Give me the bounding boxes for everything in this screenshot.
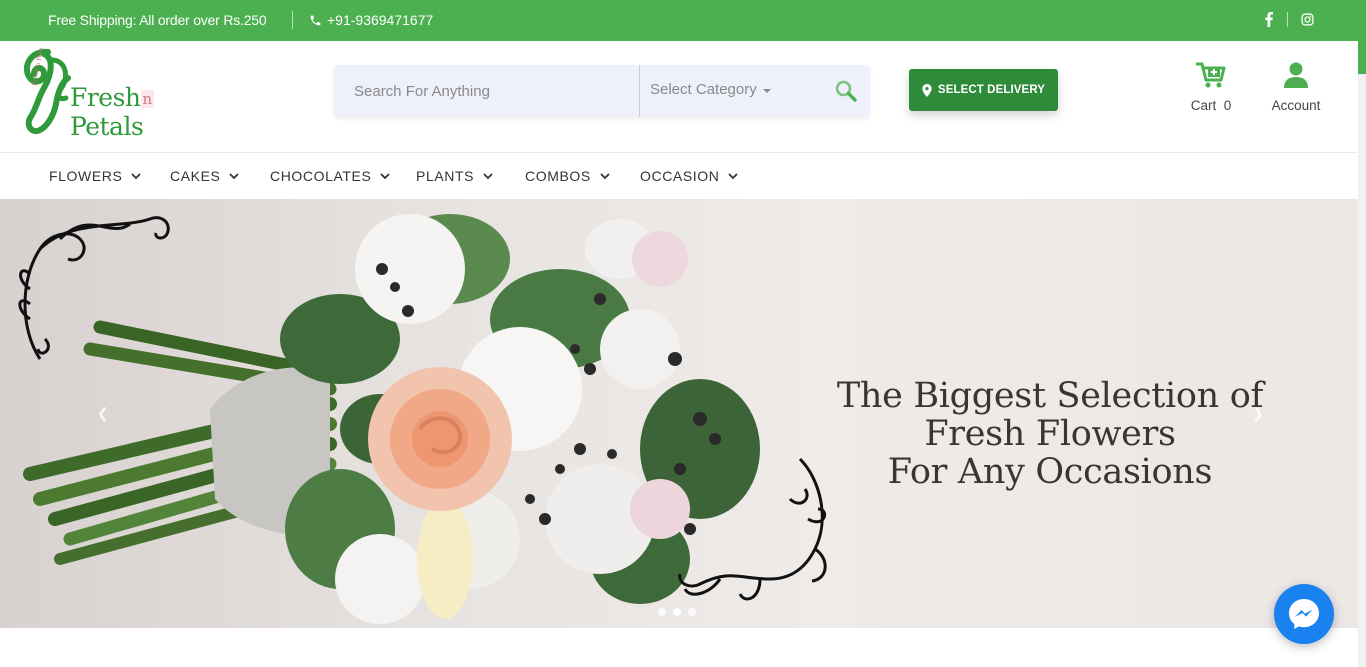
slider-dot[interactable] [658, 608, 666, 616]
site-logo[interactable]: Fresh n Petals Fresh nPetals [22, 42, 222, 141]
nav-item-label: COMBOS [525, 168, 591, 184]
select-delivery-button[interactable]: SELECT DELIVERY [909, 69, 1058, 111]
hero-headline-line-3: For Any Occasions [887, 452, 1213, 492]
category-select-label: Select Category [650, 81, 757, 98]
chevron-down-icon [600, 172, 610, 179]
cart-count: 0 [1223, 98, 1232, 113]
slider-dots [658, 608, 696, 616]
nav-item-cakes[interactable]: CAKES [170, 168, 240, 184]
category-select[interactable]: Select Category [650, 81, 771, 98]
nav-item-occasion[interactable]: OCCASION [640, 168, 739, 184]
phone-icon [310, 15, 321, 25]
search-icon[interactable] [834, 79, 858, 103]
messenger-icon [1289, 599, 1319, 629]
select-delivery-label: SELECT DELIVERY [937, 84, 1046, 96]
hero-slider[interactable]: The Biggest Selection of Fresh Flowers F… [0, 199, 1358, 628]
chevron-left-icon[interactable]: ❮ [97, 405, 109, 422]
nav-item-label: FLOWERS [49, 168, 123, 184]
logo-text: Fresh nPetals [70, 83, 154, 141]
nav-item-label: CAKES [170, 168, 221, 184]
page-scrollbar[interactable] [1358, 0, 1366, 667]
chevron-down-icon [380, 172, 391, 179]
account-label: Account [1271, 98, 1321, 113]
account-link[interactable]: Account [1264, 61, 1328, 117]
search-input[interactable] [334, 65, 639, 117]
site-header: Fresh n Petals FreshnPetals Select Categ… [0, 41, 1358, 153]
page: Free Shipping: All order over Rs.250 +91… [0, 0, 1366, 667]
slider-dot[interactable] [688, 608, 696, 616]
top-bar: Free Shipping: All order over Rs.250 +91… [0, 0, 1358, 41]
nav-item-plants[interactable]: PLANTS [416, 168, 493, 184]
chevron-down-icon [229, 172, 240, 179]
chevron-right-icon[interactable]: ❯ [1252, 405, 1264, 422]
search-divider [639, 65, 640, 117]
instagram-icon[interactable] [1301, 13, 1314, 26]
nav-item-label: CHOCOLATES [270, 168, 372, 184]
peach-rose [368, 367, 512, 511]
free-shipping-text: Free Shipping: All order over Rs.250 [48, 12, 267, 28]
divider [1287, 12, 1288, 27]
nav-item-label: OCCASION [640, 168, 720, 184]
cart-link[interactable]: Cart 0 [1186, 61, 1236, 117]
nav-item-flowers[interactable]: FLOWERS [49, 168, 142, 184]
cart-icon [1196, 62, 1226, 88]
caret-down-icon [762, 88, 771, 93]
chevron-down-icon [483, 172, 493, 179]
nav-item-combos[interactable]: COMBOS [525, 168, 610, 184]
cart-label: Cart 0 [1190, 98, 1232, 113]
location-pin-icon [922, 83, 932, 97]
hero-headline-line-1: The Biggest Selection of [836, 376, 1264, 416]
messenger-chat-button[interactable] [1274, 584, 1334, 644]
slider-dot-active[interactable] [673, 608, 681, 616]
nav-item-label: PLANTS [416, 168, 475, 184]
main-nav: FLOWERS CAKES CHOCOLATES PLANTS COMBOS O… [0, 153, 1358, 199]
user-icon [1284, 62, 1308, 88]
chevron-down-icon [728, 172, 739, 179]
hero-headline: The Biggest Selection of Fresh Flowers F… [820, 377, 1280, 491]
divider [292, 11, 293, 29]
phone-link[interactable]: +91-9369471677 [309, 12, 433, 28]
phone-number: +91-9369471677 [327, 12, 434, 28]
chevron-down-icon [131, 172, 142, 179]
nav-item-chocolates[interactable]: CHOCOLATES [270, 168, 391, 184]
scrollbar-thumb[interactable] [1358, 0, 1366, 74]
facebook-icon[interactable] [1264, 12, 1274, 27]
search-bar: Select Category [334, 65, 870, 117]
hero-headline-line-2: Fresh Flowers [924, 414, 1176, 454]
